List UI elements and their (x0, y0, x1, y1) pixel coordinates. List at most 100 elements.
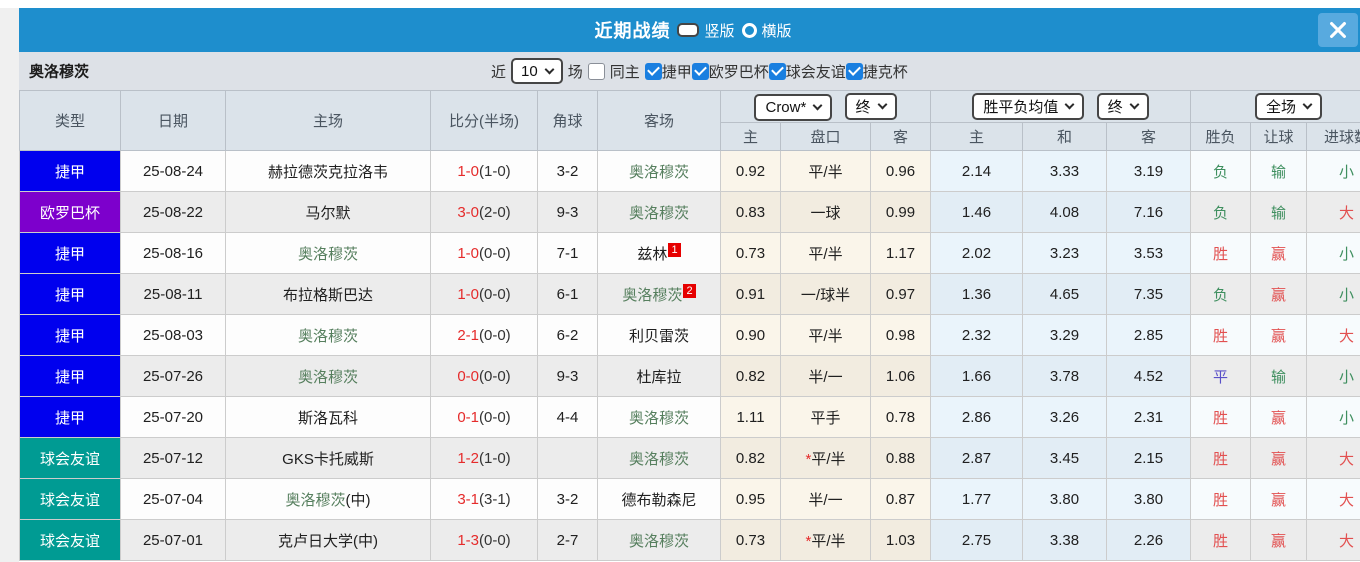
radio-icon (677, 23, 700, 37)
home-team-cell: 奥洛穆茨 (225, 355, 431, 397)
col-header-type: 类型 (19, 90, 121, 151)
recent-count-value: 10 (521, 62, 538, 80)
away-team-cell: 奥洛穆茨 2 (597, 273, 721, 315)
avg-draw-cell: 4.65 (1022, 273, 1107, 315)
competition-badge: 捷甲 (20, 397, 120, 437)
team-suffix: (中) (345, 491, 371, 509)
halftime-score: (0-0) (479, 326, 511, 344)
fulltime-score: 0-1 (457, 408, 479, 426)
team-text: 奥洛穆茨 (628, 163, 689, 181)
scope-select[interactable]: 全场 (1255, 93, 1323, 120)
odds-stage-select[interactable]: 终 (844, 92, 897, 120)
type-cell: 欧罗巴杯 (19, 191, 121, 233)
corners-cell: 9-3 (537, 355, 598, 397)
home-team-cell: 斯洛瓦科 (225, 396, 431, 438)
close-button[interactable] (1318, 13, 1358, 47)
corners-cell: 3-2 (537, 150, 598, 192)
team-text: 德布勒森尼 (621, 491, 697, 509)
home-odds-cell: 0.91 (720, 273, 781, 315)
away-team-cell: 兹林 1 (597, 232, 721, 274)
filter-bar: 奥洛穆茨 近 10 场 同主 捷甲 欧罗巴杯 球会友谊 捷克杯 (19, 52, 1360, 90)
result-cell: 负 (1190, 191, 1251, 233)
corners-cell: 2-7 (537, 519, 598, 561)
col-header-home: 主场 (225, 90, 431, 151)
table-row: 球会友谊 25-07-12 GKS卡托威斯 1-2(1-0) 奥洛穆茨 0.82 *平/半 0… (19, 437, 1360, 479)
competition-filters: 捷甲 欧罗巴杯 球会友谊 捷克杯 (644, 61, 908, 82)
away-team-cell: 杜库拉 (597, 355, 721, 397)
recent-count-select[interactable]: 10 (511, 58, 563, 84)
home-team-cell: 奥洛穆茨 (225, 314, 431, 356)
competition-label: 捷甲 (661, 63, 692, 81)
col-header-corners: 角球 (537, 90, 598, 151)
avg-stage-select[interactable]: 终 (1096, 93, 1149, 120)
away-odds-cell: 0.87 (870, 478, 931, 520)
home-odds-cell: 0.95 (720, 478, 781, 520)
avg-home-cell: 2.75 (930, 519, 1023, 561)
handicap-cell: *平/半 (780, 519, 871, 561)
same-home-checkbox[interactable] (587, 62, 605, 80)
team-text: 兹林 (637, 245, 668, 263)
odds-company-select[interactable]: Crow* (754, 93, 833, 121)
table-row: 捷甲 25-07-26 奥洛穆茨 0-0(0-0) 9-3 杜库拉 0.82 半/一 1.06 1… (19, 355, 1360, 397)
radio-icon (741, 22, 757, 38)
competition-checkbox[interactable] (845, 62, 863, 80)
spread-result-cell: 赢 (1250, 314, 1307, 356)
handicap-cell: 平/半 (780, 232, 871, 274)
matches-label: 场 (567, 63, 583, 81)
competition-badge: 捷甲 (20, 233, 120, 273)
fulltime-score: 3-0 (457, 203, 479, 221)
corners-cell: 6-2 (537, 314, 598, 356)
avg-selector-cell: 胜平负均值 终 (930, 90, 1191, 123)
fulltime-score: 1-0 (457, 244, 479, 262)
handicap-cell: 平手 (780, 396, 871, 438)
date-cell: 25-08-24 (120, 150, 226, 192)
home-odds-cell: 0.92 (720, 150, 781, 192)
avg-odds-select[interactable]: 胜平负均值 (972, 93, 1085, 120)
handicap-cell: 半/一 (780, 478, 871, 520)
competition-checkbox[interactable] (768, 62, 786, 80)
team-text: 奥洛穆茨 (297, 245, 358, 263)
chevron-down-icon (1129, 99, 1140, 110)
avg-home-cell: 1.77 (930, 478, 1023, 520)
table-row: 球会友谊 25-07-01 克卢日大学(中) 1-3(0-0) 2-7 奥洛穆茨 0.73 *… (19, 519, 1360, 561)
view-option[interactable]: 竖版 (677, 20, 735, 41)
early-odds-star: * (805, 450, 812, 468)
competition-badge: 捷甲 (20, 315, 120, 355)
table-row: 捷甲 25-08-24 赫拉德茨克拉洛韦 1-0(1-0) 3-2 奥洛穆茨 0.92 平/半… (19, 150, 1360, 192)
competition-checkbox[interactable] (644, 62, 662, 80)
goals-result-cell: 大 (1305, 314, 1360, 356)
avg-away-cell: 2.31 (1106, 396, 1191, 438)
competition-checkbox[interactable] (691, 62, 709, 80)
view-option[interactable]: 横版 (741, 20, 792, 41)
avg-draw-cell: 3.45 (1022, 437, 1107, 479)
home-odds-cell: 0.90 (720, 314, 781, 356)
away-team-cell: 奥洛穆茨 (597, 191, 721, 233)
competition-label: 球会友谊 (785, 63, 846, 81)
date-cell: 25-08-22 (120, 191, 226, 233)
type-cell: 球会友谊 (19, 437, 121, 479)
spread-result-cell: 赢 (1250, 232, 1307, 274)
avg-home-cell: 2.02 (930, 232, 1023, 274)
col-header-goals: 进球数 (1305, 122, 1360, 151)
competition-filter: 球会友谊 (768, 61, 846, 82)
avg-away-cell: 3.80 (1106, 478, 1191, 520)
avg-home-cell: 2.86 (930, 396, 1023, 438)
goals-result-cell: 小 (1305, 232, 1360, 274)
odds-selector-cell: Crow* 终 (720, 90, 931, 123)
home-odds-cell: 0.73 (720, 519, 781, 561)
type-cell: 捷甲 (19, 232, 121, 274)
score-cell: 1-3(0-0) (430, 519, 538, 561)
fulltime-score: 2-1 (457, 326, 479, 344)
recent-label: 近 (491, 63, 507, 81)
team-text: 布拉格斯巴达 (282, 286, 373, 304)
competition-badge: 捷甲 (20, 274, 120, 314)
result-cell: 平 (1190, 355, 1251, 397)
spread-result-cell: 输 (1250, 355, 1307, 397)
view-option-label: 横版 (761, 22, 792, 40)
date-cell: 25-07-26 (120, 355, 226, 397)
type-cell: 捷甲 (19, 396, 121, 438)
home-team-cell: 奥洛穆茨 (225, 232, 431, 274)
corners-cell: 7-1 (537, 232, 598, 274)
team-text: 利贝雷茨 (628, 327, 689, 345)
away-team-cell: 利贝雷茨 (597, 314, 721, 356)
